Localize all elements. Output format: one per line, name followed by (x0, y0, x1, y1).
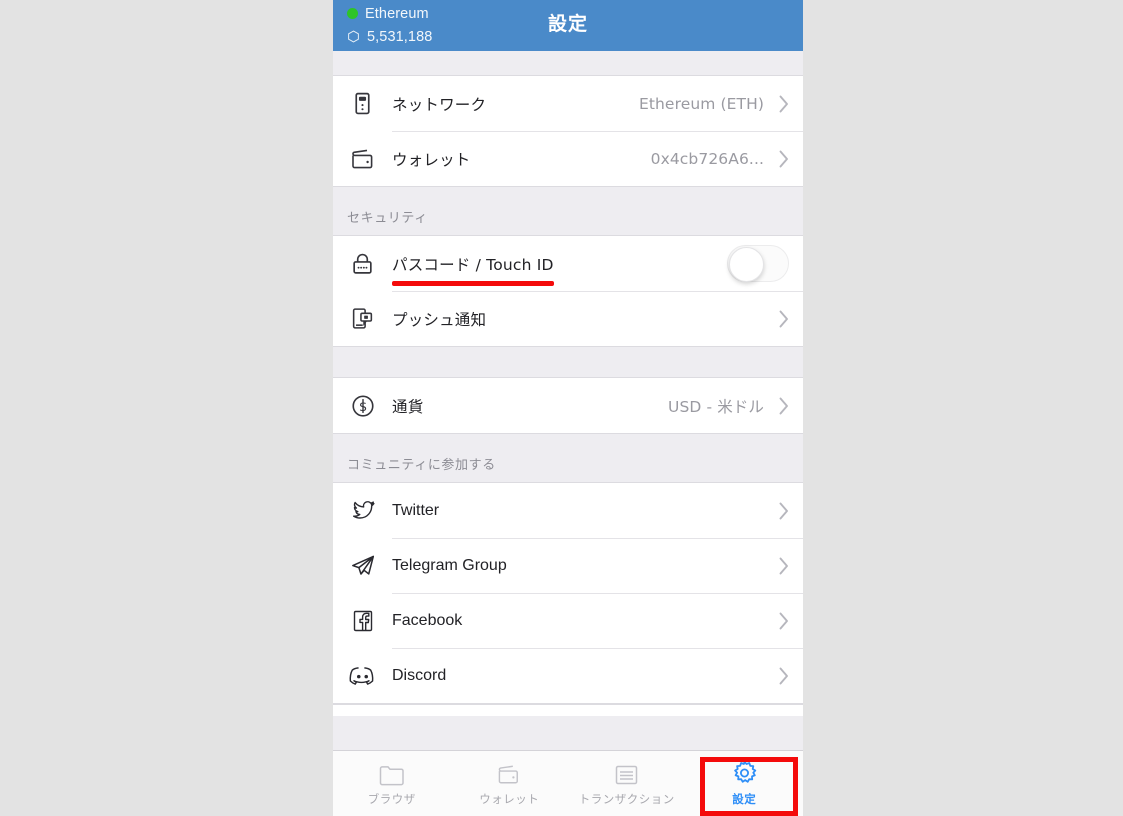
row-label: Discord (392, 666, 447, 684)
row-facebook[interactable]: Facebook (333, 593, 803, 648)
row-value: 0x4cb726A6... (650, 149, 764, 168)
chevron-right-icon (778, 310, 789, 328)
row-label: Facebook (392, 611, 463, 629)
row-value: USD - 米ドル (668, 397, 764, 416)
tab-browser[interactable]: ブラウザ (333, 751, 451, 816)
row-twitter[interactable]: Twitter (333, 483, 803, 538)
bottom-tab-bar: ブラウザ ウォレット トランザクション 設定 (333, 750, 803, 816)
settings-group-security: パスコード / Touch ID プッシュ通知 (333, 235, 803, 347)
wallet-icon (347, 143, 378, 174)
app-header: Ethereum 5,531,188 設定 (333, 0, 803, 51)
tab-wallet[interactable]: ウォレット (451, 751, 569, 816)
telegram-icon (347, 550, 378, 581)
row-network[interactable]: ネットワーク Ethereum (ETH) (333, 76, 803, 131)
lock-passcode-icon (347, 248, 378, 279)
spacer-top (333, 51, 803, 75)
settings-scroll-area[interactable]: ネットワーク Ethereum (ETH) ウォレット 0x4cb726A6..… (333, 51, 803, 750)
row-label: ウォレット (392, 150, 471, 169)
tab-transactions[interactable]: トランザクション (568, 751, 686, 816)
chevron-right-icon (778, 612, 789, 630)
passcode-toggle[interactable] (727, 245, 789, 282)
row-label: ネットワーク (392, 95, 487, 114)
discord-icon (347, 660, 378, 691)
chevron-right-icon (778, 397, 789, 415)
tab-label: ウォレット (479, 792, 540, 806)
settings-group-currency: S 通貨 USD - 米ドル (333, 377, 803, 434)
row-push-notification[interactable]: プッシュ通知 (333, 291, 803, 346)
section-header-community: コミュニティに参加する (333, 434, 803, 482)
chevron-right-icon (778, 667, 789, 685)
red-underline-annotation (392, 280, 554, 286)
wallet-icon (496, 760, 522, 786)
phone-screen: Ethereum 5,531,188 設定 ネットワーク Ethereum (E… (333, 0, 803, 816)
browser-icon (379, 760, 405, 786)
tab-label: ブラウザ (367, 792, 416, 806)
row-partial-cutoff (333, 704, 803, 716)
settings-group-general: ネットワーク Ethereum (ETH) ウォレット 0x4cb726A6..… (333, 75, 803, 187)
row-currency[interactable]: S 通貨 USD - 米ドル (333, 378, 803, 433)
chevron-right-icon (778, 502, 789, 520)
spacer-currency (333, 347, 803, 377)
settings-group-community: Twitter Telegram Group Facebook Discord (333, 482, 803, 704)
row-label: 通貨 (392, 397, 424, 416)
row-label: パスコード / Touch ID (392, 253, 554, 286)
row-discord[interactable]: Discord (333, 648, 803, 703)
transactions-list-icon (614, 760, 639, 786)
tab-label: トランザクション (578, 792, 675, 806)
chevron-right-icon (778, 95, 789, 113)
tab-settings[interactable]: 設定 (686, 751, 804, 816)
facebook-icon (347, 605, 378, 636)
toggle-knob (729, 247, 764, 282)
row-label: Twitter (392, 501, 440, 519)
twitter-icon (347, 495, 378, 526)
page-title: 設定 (547, 13, 588, 35)
screenshot-stage: Ethereum 5,531,188 設定 ネットワーク Ethereum (E… (0, 0, 1123, 816)
row-passcode-touchid[interactable]: パスコード / Touch ID (333, 236, 803, 291)
currency-dollar-icon: S (347, 390, 378, 421)
row-label: Telegram Group (392, 556, 507, 574)
row-telegram[interactable]: Telegram Group (333, 538, 803, 593)
row-label: プッシュ通知 (392, 310, 487, 329)
push-notification-icon (347, 303, 378, 334)
chevron-right-icon (778, 557, 789, 575)
section-header-security: セキュリティ (333, 187, 803, 235)
row-value: Ethereum (ETH) (638, 94, 764, 113)
chevron-right-icon (778, 150, 789, 168)
gear-icon (731, 760, 758, 786)
tab-label: 設定 (732, 792, 757, 806)
row-wallet[interactable]: ウォレット 0x4cb726A6... (333, 131, 803, 186)
network-server-icon (347, 88, 378, 119)
